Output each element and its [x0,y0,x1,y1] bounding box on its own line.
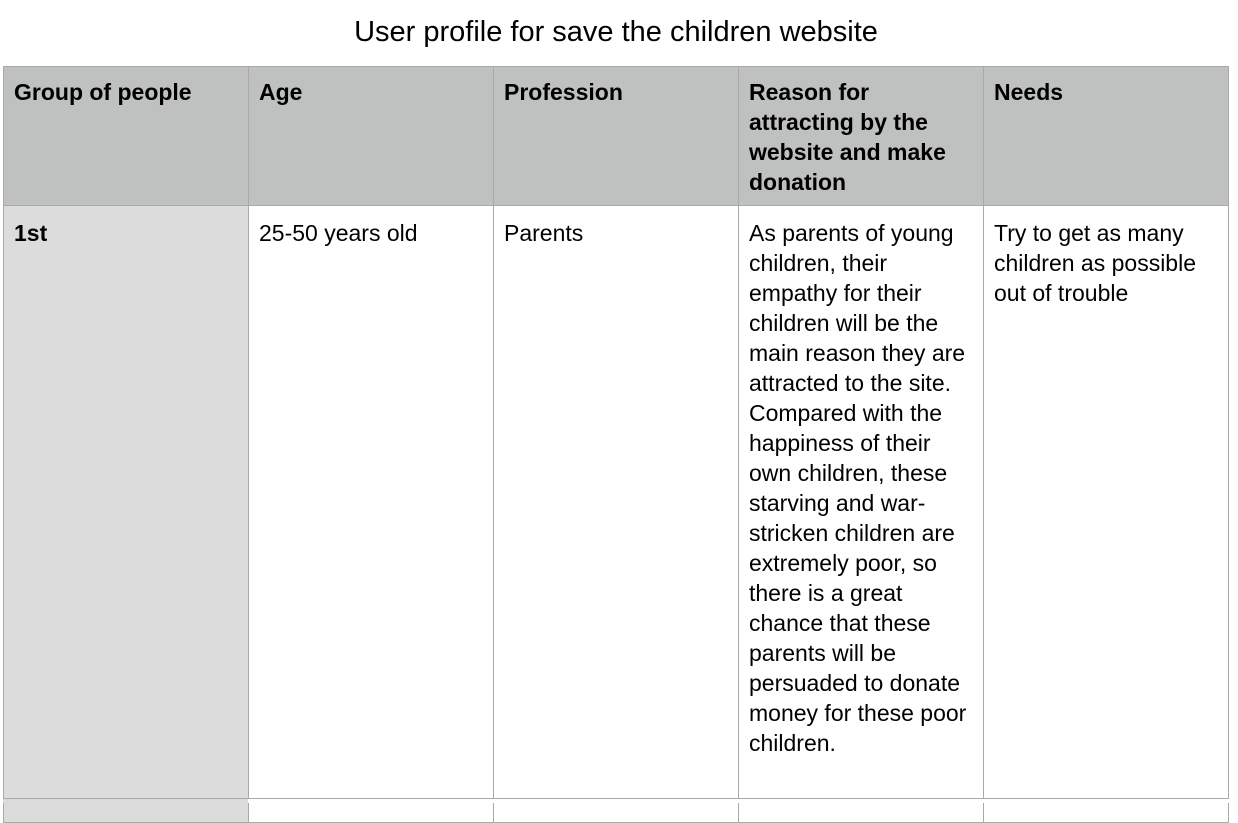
user-profile-table: Group of people Age Profession Reason fo… [3,66,1229,823]
page-title: User profile for save the children websi… [354,16,878,48]
column-header-reason: Reason for attracting by the website and… [738,66,984,206]
cell-group: 1st [3,205,249,823]
cell-needs: Try to get as many children as possible … [983,205,1229,823]
column-header-group: Group of people [3,66,249,206]
table-row: 1st 25-50 years old Parents As parents o… [3,205,1229,823]
next-row-head-edge [3,799,248,803]
user-profile-table-container: Group of people Age Profession Reason fo… [3,66,1229,823]
table-header-row: Group of people Age Profession Reason fo… [3,66,1229,206]
column-header-needs: Needs [983,66,1229,206]
cell-reason: As parents of young children, their empa… [738,205,984,823]
next-row-edge [3,798,1229,803]
cell-profession: Parents [493,205,739,823]
column-header-profession: Profession [493,66,739,206]
cell-age: 25-50 years old [248,205,494,823]
column-header-age: Age [248,66,494,206]
